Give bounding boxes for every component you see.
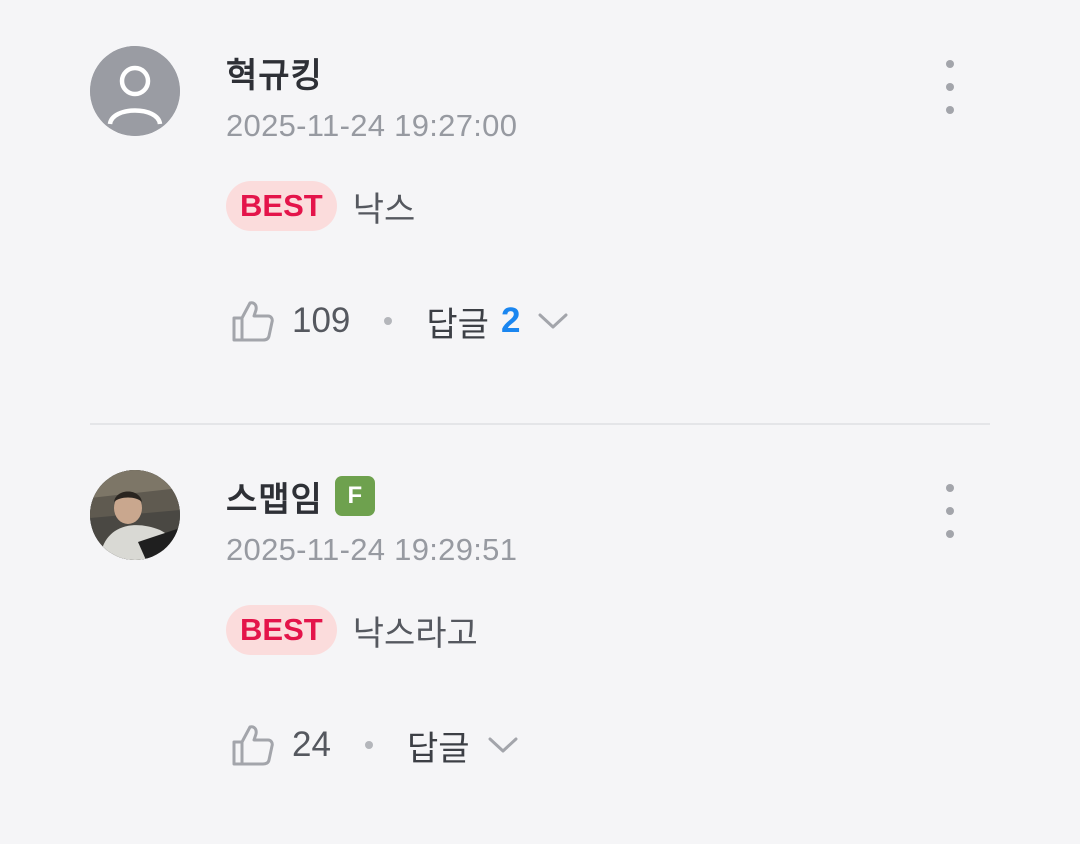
- timestamp: 2025-11-24 19:27:00: [226, 108, 518, 143]
- like-count: 24: [292, 725, 331, 764]
- comment-body: BEST 낙스라고: [226, 604, 478, 656]
- username-row: 스맵임 F: [226, 472, 375, 521]
- best-badge: BEST: [226, 605, 337, 655]
- dot: [946, 106, 954, 114]
- divider: [90, 423, 990, 425]
- fan-badge: F: [334, 476, 375, 516]
- separator-dot: [364, 741, 373, 749]
- comment-text: 낙스: [352, 189, 416, 230]
- comment-body: BEST 낙스: [226, 180, 415, 232]
- dot: [946, 507, 954, 515]
- separator-dot: [384, 317, 393, 325]
- comment-actions: 109 답글 2: [230, 294, 568, 348]
- best-badge: BEST: [226, 181, 337, 231]
- like-button[interactable]: 109: [230, 298, 350, 344]
- default-user-icon: [90, 46, 180, 136]
- thumbs-up-icon: [232, 301, 274, 342]
- thumbs-up-icon: [232, 725, 274, 766]
- dot: [946, 60, 954, 68]
- reply-button[interactable]: 답글: [407, 721, 518, 770]
- username[interactable]: 혁규킹: [226, 48, 323, 97]
- more-options-icon[interactable]: [930, 60, 970, 114]
- reply-count: 2: [500, 301, 521, 340]
- dot: [946, 530, 954, 538]
- timestamp: 2025-11-24 19:29:51: [226, 532, 518, 567]
- avatar[interactable]: [90, 470, 180, 560]
- username[interactable]: 스맵임: [226, 472, 323, 521]
- avatar[interactable]: [90, 46, 180, 136]
- username-row: 혁규킹: [226, 48, 323, 97]
- more-options-icon[interactable]: [930, 484, 970, 538]
- dot: [946, 83, 954, 91]
- comment-text: 낙스라고: [352, 613, 478, 654]
- reply-label: 답글: [406, 728, 470, 769]
- chevron-down-icon: [538, 313, 568, 329]
- comment-actions: 24 답글: [230, 718, 518, 772]
- like-count: 109: [292, 301, 351, 340]
- reply-button[interactable]: 답글 2: [426, 297, 568, 346]
- chevron-down-icon: [488, 737, 517, 753]
- profile-photo: [90, 470, 180, 560]
- reply-label: 답글: [426, 304, 489, 345]
- like-button[interactable]: 24: [230, 722, 331, 768]
- dot: [946, 484, 954, 492]
